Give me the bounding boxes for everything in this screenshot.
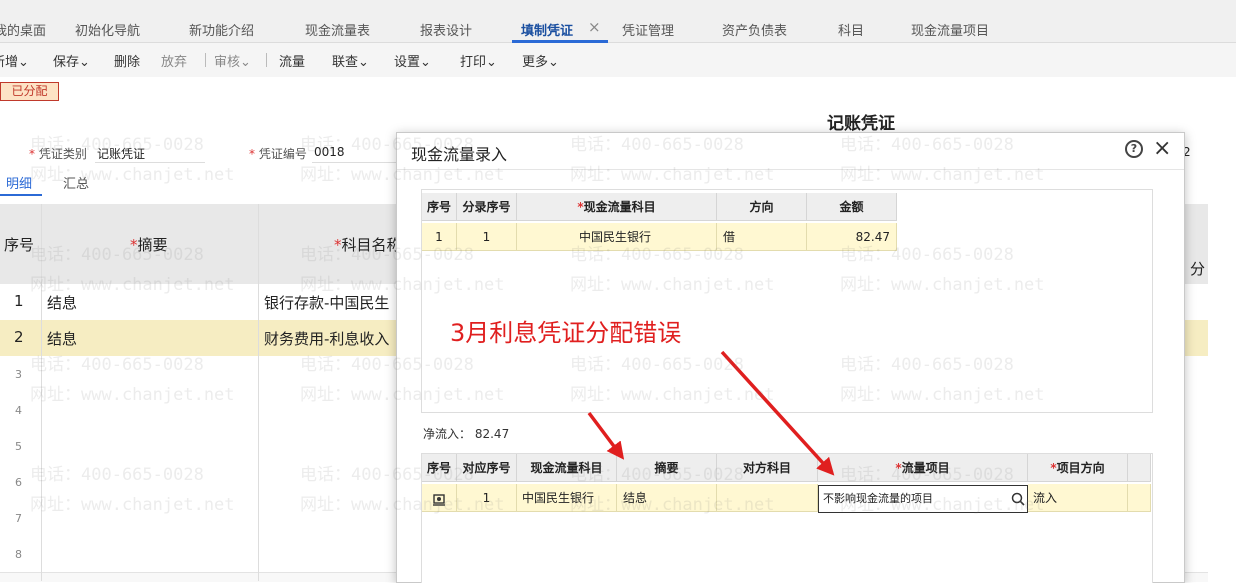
arrow-icon xyxy=(587,350,835,476)
